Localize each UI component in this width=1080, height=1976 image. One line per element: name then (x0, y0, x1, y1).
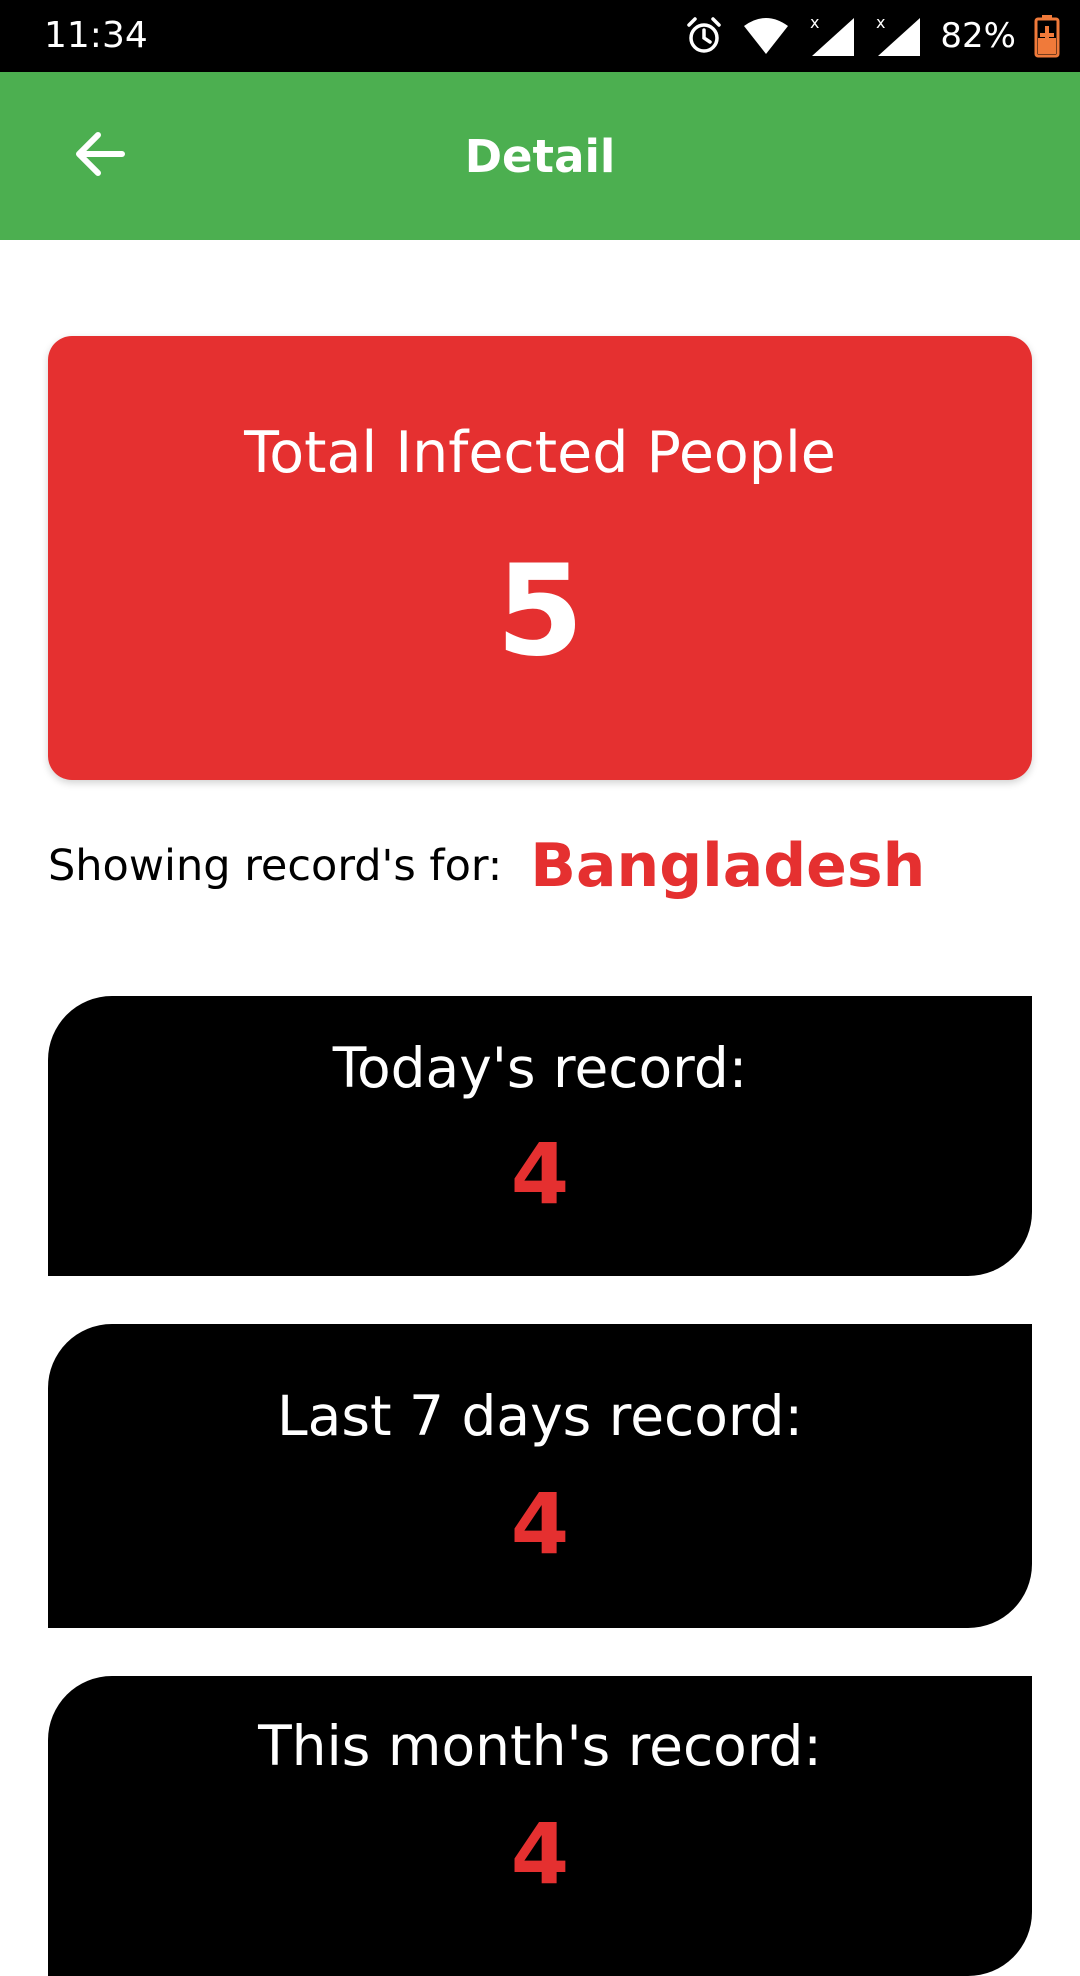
record-card-today: Today's record: 4 (48, 996, 1032, 1276)
battery-charging-icon (1034, 14, 1060, 58)
arrow-left-icon (74, 130, 126, 182)
total-infected-value: 5 (496, 537, 584, 684)
status-time: 11:34 (44, 15, 148, 56)
svg-text:x: x (876, 14, 885, 32)
total-infected-label: Total Infected People (244, 420, 836, 486)
battery-percentage: 82% (940, 16, 1016, 56)
country-name: Bangladesh (530, 831, 926, 901)
page-title: Detail (464, 129, 616, 183)
alarm-icon (684, 16, 724, 56)
showing-label: Showing record's for: (48, 841, 503, 891)
app-bar: Detail (0, 72, 1080, 240)
signal-icon: x (874, 14, 922, 58)
record-card-last-7-days: Last 7 days record: 4 (48, 1324, 1032, 1628)
record-label: This month's record: (258, 1714, 822, 1778)
location-row: Showing record's for: Bangladesh (48, 828, 925, 904)
record-value: 4 (510, 1475, 570, 1573)
signal-icon: x (808, 14, 856, 58)
record-value: 4 (510, 1125, 570, 1223)
record-value: 4 (510, 1805, 570, 1903)
record-card-this-month: This month's record: 4 (48, 1676, 1032, 1976)
svg-text:x: x (810, 14, 819, 32)
record-label: Today's record: (332, 1036, 748, 1100)
total-infected-card: Total Infected People 5 (48, 336, 1032, 780)
wifi-icon (742, 16, 790, 56)
record-label: Last 7 days record: (276, 1384, 804, 1448)
back-button[interactable] (60, 116, 140, 196)
status-bar: 11:34 x x 82% (0, 0, 1080, 72)
status-icons: x x 82% (684, 12, 1060, 60)
